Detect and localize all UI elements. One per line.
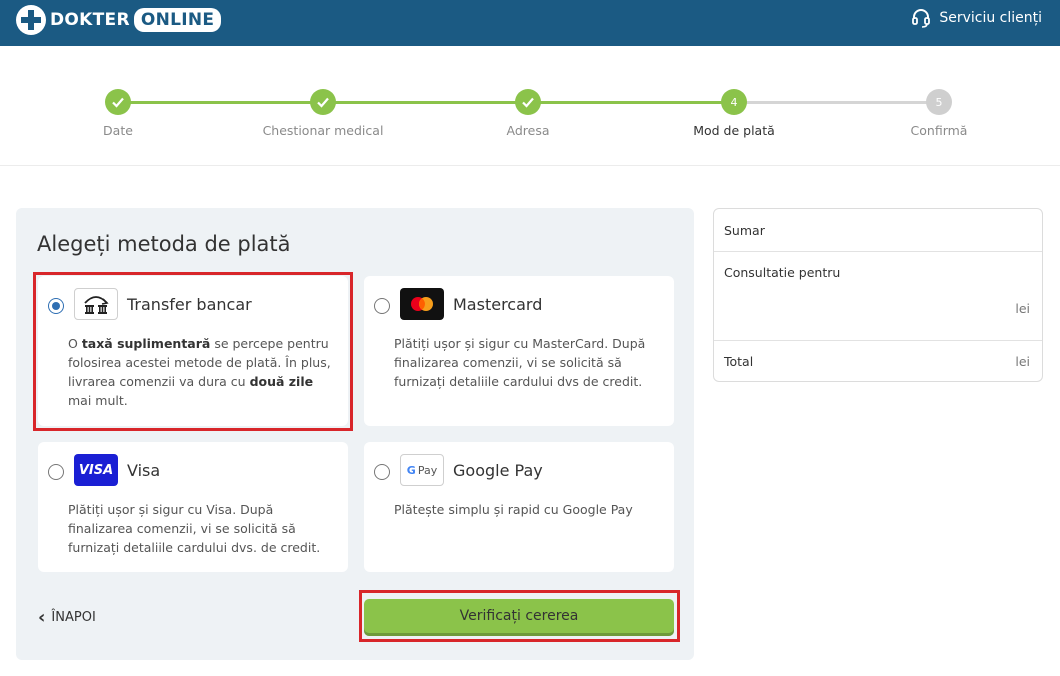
mastercard-radio[interactable]	[374, 298, 390, 314]
chevron-left-icon: ‹	[38, 607, 46, 628]
visa-radio[interactable]	[48, 464, 64, 480]
total-value: lei	[1015, 354, 1030, 369]
stepper-progress-complete	[118, 101, 734, 104]
submit-highlight	[359, 590, 680, 642]
summary-consult-value-row: lei	[714, 301, 1042, 321]
logo-cross-icon	[16, 5, 46, 35]
step-label: Chestionar medical	[262, 123, 384, 138]
google-pay-radio[interactable]	[374, 464, 390, 480]
visa-label: Visa	[127, 461, 161, 480]
step-adresa: Adresa	[448, 89, 608, 138]
step-date: Date	[38, 89, 198, 138]
summary-divider	[714, 340, 1042, 341]
payment-option-google-pay[interactable]: G Pay Google Pay Plătește simplu și rapid…	[364, 442, 674, 572]
visa-icon: VISA	[74, 454, 118, 486]
step-label: Adresa	[506, 123, 550, 138]
step-confirma: 5 Confirmă	[859, 89, 1019, 138]
step-label: Date	[103, 123, 133, 138]
payment-title: Alegeți metoda de plată	[37, 232, 291, 256]
order-summary: Sumar Consultatie pentru lei Total lei	[713, 208, 1043, 382]
step-chestionar: Chestionar medical	[243, 89, 403, 138]
summary-total-row: Total lei	[714, 354, 1042, 374]
check-icon	[105, 89, 131, 115]
top-bar: DOKTER ONLINE Serviciu clienți	[0, 0, 1060, 46]
customer-service-label: Serviciu clienți	[939, 10, 1042, 26]
mastercard-description: Plătiți ușor și sigur cu MasterCard. Dup…	[394, 336, 646, 389]
summary-divider	[714, 251, 1042, 252]
consult-value: lei	[1015, 301, 1030, 316]
consult-label: Consultatie pentru	[724, 265, 841, 280]
google-pay-description: Plătește simplu și rapid cu Google Pay	[394, 502, 633, 517]
summary-title: Sumar	[724, 223, 765, 238]
google-pay-icon: G Pay	[400, 454, 444, 486]
mastercard-icon	[400, 288, 444, 320]
step-number: 5	[926, 89, 952, 115]
logo[interactable]: DOKTER ONLINE	[16, 5, 222, 35]
step-number: 4	[721, 89, 747, 115]
step-mod-de-plata: 4 Mod de plată	[654, 89, 814, 138]
visa-description: Plătiți ușor și sigur cu Visa. După fina…	[68, 502, 321, 555]
total-label: Total	[724, 354, 754, 369]
summary-consult-row: Consultatie pentru	[714, 265, 1042, 285]
payment-option-mastercard[interactable]: Mastercard Plătiți ușor și sigur cu Mast…	[364, 276, 674, 426]
back-label: ÎNAPOI	[51, 610, 96, 625]
selection-highlight	[33, 272, 353, 431]
logo-word-dokter: DOKTER	[50, 10, 130, 30]
checkout-stepper: Date Chestionar medical Adresa 4 Mod de …	[0, 46, 1060, 166]
step-label: Confirmă	[910, 123, 968, 138]
back-button[interactable]: ‹ ÎNAPOI	[38, 607, 96, 628]
customer-service-link[interactable]: Serviciu clienți	[911, 8, 1042, 28]
check-icon	[515, 89, 541, 115]
logo-word-online: ONLINE	[133, 8, 222, 32]
headset-icon	[912, 9, 931, 28]
google-pay-label: Google Pay	[453, 461, 543, 480]
step-label: Mod de plată	[693, 123, 775, 138]
mastercard-label: Mastercard	[453, 295, 543, 314]
check-icon	[310, 89, 336, 115]
payment-option-visa[interactable]: VISA Visa Plătiți ușor și sigur cu Visa.…	[38, 442, 348, 572]
